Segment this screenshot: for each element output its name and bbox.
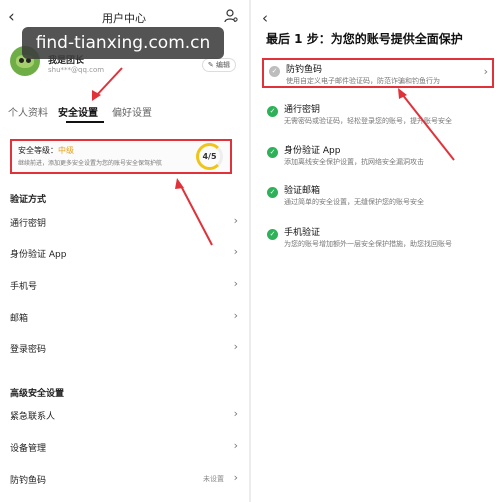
row-value: 未设置 xyxy=(203,475,224,483)
row-label: 登录密码 xyxy=(10,345,47,355)
option-description: 添加离线安全保护设置，抗网络安全漏洞攻击 xyxy=(284,158,424,166)
tab-preferences[interactable]: 偏好设置 xyxy=(112,104,152,119)
protection-steps-panel: ‹ 最后 1 步：为您的账号提供全面保护 ✓ 防钓鱼码 使用自定义电子邮件验证码… xyxy=(252,0,500,502)
security-level-description: 继续前进，添加更多安全设置为您的账号安全保驾护航 xyxy=(18,160,163,167)
option-authenticator[interactable]: ✓ 身份验证 App 添加离线安全保护设置，抗网络安全漏洞攻击 xyxy=(262,141,494,171)
user-email: shu***@qq.com xyxy=(48,66,105,74)
panel-divider xyxy=(249,0,251,502)
verify-item-password[interactable]: 登录密码 › xyxy=(0,338,248,358)
chevron-right-icon: › xyxy=(233,245,238,258)
back-chevron-icon[interactable]: ‹ xyxy=(262,9,268,27)
tab-security[interactable]: 安全设置 xyxy=(58,104,98,119)
option-name: 手机验证 xyxy=(284,228,321,238)
row-label: 防钓鱼码 xyxy=(10,476,47,486)
chevron-right-icon: › xyxy=(233,439,238,452)
advanced-item-anti-phishing[interactable]: 防钓鱼码 未设置 › xyxy=(0,469,248,489)
option-description: 使用自定义电子邮件验证码，防范诈骗和钓鱼行为 xyxy=(286,77,440,85)
security-score-ring: 4/5 xyxy=(196,143,223,170)
check-circle-icon: ✓ xyxy=(267,229,278,240)
check-circle-icon: ✓ xyxy=(267,106,278,117)
row-label: 紧急联系人 xyxy=(10,412,56,422)
option-description: 无需密码或验证码，轻松登录您的账号，提升账号安全 xyxy=(284,117,452,125)
steps-title: 最后 1 步：为您的账号提供全面保护 xyxy=(266,32,463,46)
option-description: 通过简单的安全设置，无缝保护您的账号安全 xyxy=(284,198,424,206)
security-level-card[interactable]: 安全等级：中级 继续前进，添加更多安全设置为您的账号安全保驾护航 4/5 xyxy=(10,139,232,174)
user-settings-icon[interactable] xyxy=(224,9,238,23)
verify-item-email[interactable]: 邮箱 › xyxy=(0,307,248,327)
chevron-right-icon: › xyxy=(233,340,238,353)
check-circle-icon: ✓ xyxy=(267,187,278,198)
option-name: 防钓鱼码 xyxy=(286,65,323,75)
option-name: 身份验证 App xyxy=(284,146,341,156)
settings-tabs: 个人资料 安全设置 偏好设置 xyxy=(8,104,248,124)
verify-item-passkey[interactable]: 通行密钥 › xyxy=(0,212,248,232)
verify-item-phone[interactable]: 手机号 › xyxy=(0,275,248,295)
security-level-label: 安全等级： xyxy=(18,146,58,155)
watermark: find-tianxing.com.cn xyxy=(22,27,224,59)
chevron-right-icon: › xyxy=(233,407,238,420)
row-label: 手机号 xyxy=(10,282,38,292)
verify-section-title: 验证方式 xyxy=(10,195,47,205)
option-anti-phishing[interactable]: ✓ 防钓鱼码 使用自定义电子邮件验证码，防范诈骗和钓鱼行为 › xyxy=(262,58,494,88)
chevron-right-icon: › xyxy=(233,471,238,484)
verify-item-authenticator[interactable]: 身份验证 App › xyxy=(0,243,248,263)
option-name: 通行密钥 xyxy=(284,105,321,115)
security-level: 安全等级：中级 xyxy=(18,145,74,156)
chevron-right-icon: › xyxy=(233,309,238,322)
active-tab-underline xyxy=(66,121,104,123)
tab-profile[interactable]: 个人资料 xyxy=(8,104,48,119)
check-circle-icon: ✓ xyxy=(267,147,278,158)
user-center-panel: ‹ 用户中心 我是团长 shu***@qq.com ✎ 编辑 个人资料 安全设置… xyxy=(0,0,248,502)
option-name: 验证邮箱 xyxy=(284,186,321,196)
advanced-item-device-management[interactable]: 设备管理 › xyxy=(0,437,248,457)
check-circle-icon: ✓ xyxy=(269,66,280,77)
advanced-section-title: 高级安全设置 xyxy=(10,389,65,399)
row-label: 邮箱 xyxy=(10,314,29,324)
security-level-value: 中级 xyxy=(58,146,74,155)
row-label: 身份验证 App xyxy=(10,250,67,260)
option-verify-phone[interactable]: ✓ 手机验证 为您的账号增加额外一层安全保护措施，助您找回账号 xyxy=(262,223,494,253)
advanced-item-emergency-contact[interactable]: 紧急联系人 › xyxy=(0,405,248,425)
edit-profile-button[interactable]: ✎ 编辑 xyxy=(201,58,236,72)
row-label: 通行密钥 xyxy=(10,219,47,229)
page-title: 用户中心 xyxy=(102,12,146,25)
edit-label: 编辑 xyxy=(216,61,230,69)
chevron-right-icon: › xyxy=(233,214,238,227)
chevron-right-icon: › xyxy=(483,65,488,78)
option-passkey[interactable]: ✓ 通行密钥 无需密码或验证码，轻松登录您的账号，提升账号安全 xyxy=(262,100,494,130)
row-label: 设备管理 xyxy=(10,444,47,454)
option-description: 为您的账号增加额外一层安全保护措施，助您找回账号 xyxy=(284,240,452,248)
option-verify-email[interactable]: ✓ 验证邮箱 通过简单的安全设置，无缝保护您的账号安全 xyxy=(262,181,494,211)
chevron-right-icon: › xyxy=(233,277,238,290)
